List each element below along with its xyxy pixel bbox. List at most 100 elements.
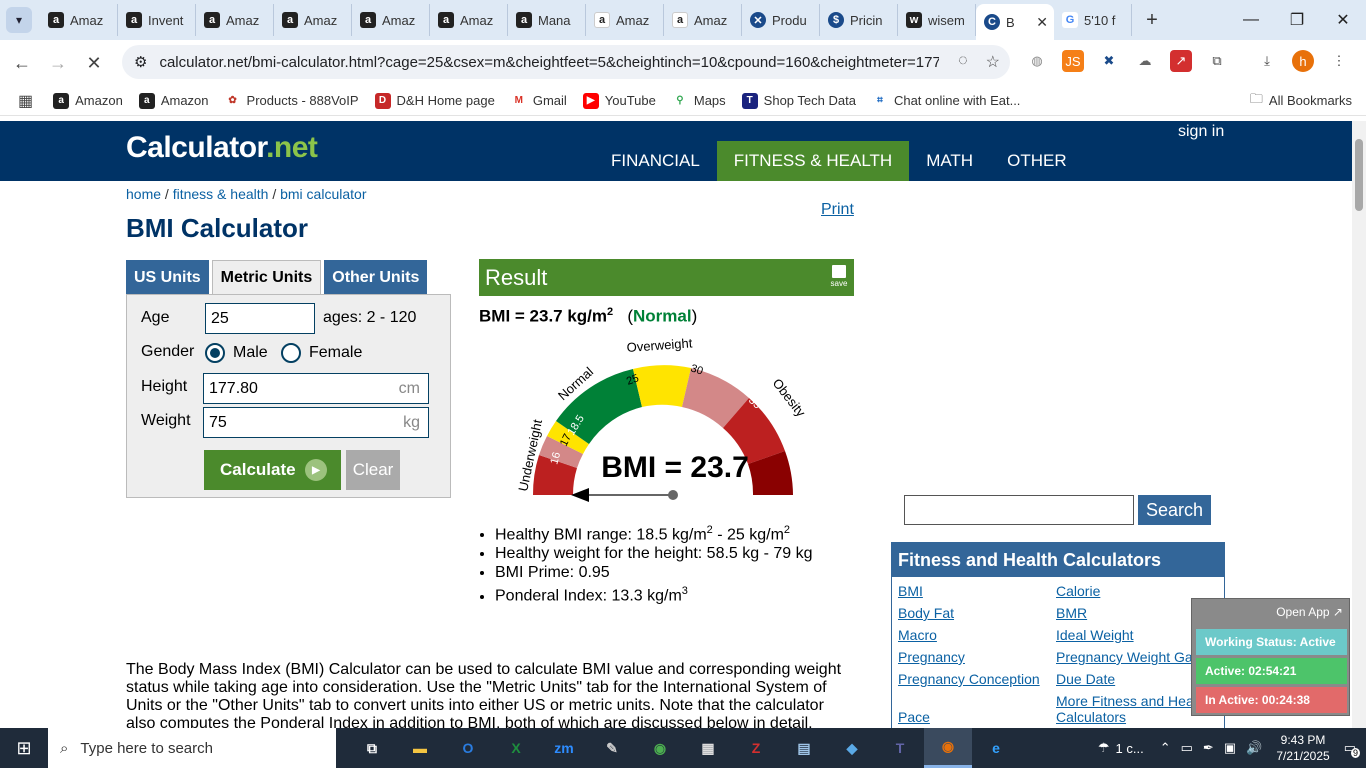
battery-icon[interactable]: ▭ [1181,740,1193,756]
site-logo[interactable]: Calculator.net [126,131,318,165]
height-input[interactable]: 177.80 cm [203,373,429,404]
stop-loading-button[interactable]: ✕ [76,45,112,81]
bookmark-star-icon[interactable]: ☆ [986,52,1000,72]
gender-male-option[interactable]: Male [205,343,268,363]
browser-tab[interactable]: C B ✕ [976,4,1054,40]
save-button[interactable]: save [830,265,848,289]
all-bookmarks-button[interactable]: 🗀 All Bookmarks [1250,90,1352,112]
weight-input[interactable]: 75 kg [203,407,429,438]
sign-in-link[interactable]: sign in [1178,123,1224,141]
nav-financial[interactable]: FINANCIAL [594,141,717,181]
calculate-button[interactable]: Calculate ▶ [204,450,341,490]
female-radio[interactable] [281,343,301,363]
start-button[interactable]: ⊞ [0,728,48,768]
js-extension-icon[interactable]: JS [1062,50,1084,72]
open-app-button[interactable]: Open App ↗ [1276,605,1343,619]
bookmark-item[interactable]: D D&H Home page [374,92,495,109]
bookmark-item[interactable]: ⚲ Maps [671,92,726,109]
weather-icon[interactable]: ☂ [1098,740,1110,756]
taskbar-search[interactable]: ⌕ Type here to search [48,728,336,768]
chevron-up-icon[interactable]: ⌃ [1160,740,1171,756]
bookmark-item[interactable]: ⌗ Chat online with Eat... [871,92,1020,109]
excel-icon[interactable]: X [492,728,540,768]
print-link[interactable]: Print [821,201,854,219]
eye-off-icon[interactable]: ◌ [958,52,968,72]
tab-other-units[interactable]: Other Units [324,260,428,295]
link-pace[interactable]: Pace [898,709,930,725]
address-bar[interactable]: ⚙ calculator.net/bmi-calculator.html?cag… [122,45,1010,79]
restore-button[interactable]: ❐ [1274,0,1320,40]
breadcrumb-current[interactable]: bmi calculator [280,186,366,202]
network-icon[interactable]: ▣ [1224,740,1236,756]
link-pregnancy[interactable]: Pregnancy [898,649,965,665]
site-search-button[interactable]: Search [1138,495,1211,525]
download-icon[interactable]: ⤓ [1256,50,1278,72]
gender-female-option[interactable]: Female [281,343,362,363]
puzzle-icon[interactable]: ⧉ [1206,50,1228,72]
link-ideal-weight[interactable]: Ideal Weight [1056,627,1134,643]
close-tab-icon[interactable]: ✕ [1036,14,1048,31]
teams-icon[interactable]: T [876,728,924,768]
browser-tab[interactable]: a Amaz [430,4,508,36]
calculator-icon[interactable]: ▦ [684,728,732,768]
tab-metric-units[interactable]: Metric Units [211,260,322,295]
profile-avatar[interactable]: h [1292,50,1314,72]
close-window-button[interactable]: ✕ [1320,0,1366,40]
page-scrollbar[interactable] [1352,121,1366,729]
browser-tab[interactable]: w wisem [898,4,976,36]
translate-icon[interactable]: ◍ [1026,50,1048,72]
bookmark-item[interactable]: M Gmail [510,92,567,109]
browser-tab[interactable]: a Mana [508,4,586,36]
link-pregnancy-weight-gain[interactable]: Pregnancy Weight Gain [1056,649,1204,665]
apps-grid-icon[interactable]: ▦ [18,91,33,111]
bookmark-item[interactable]: a Amazon [53,92,123,109]
zoom-icon[interactable]: zm [540,728,588,768]
filezilla-icon[interactable]: Z [732,728,780,768]
menu-kebab-icon[interactable]: ⋮ [1328,50,1350,72]
bookmark-item[interactable]: ▶ YouTube [582,92,656,109]
age-input[interactable]: 25 [205,303,315,334]
link-bmi[interactable]: BMI [898,583,923,599]
scrollbar-thumb[interactable] [1355,139,1363,211]
cube-app-icon[interactable]: ◆ [828,728,876,768]
clear-button[interactable]: Clear [346,450,400,490]
breadcrumb-fitness[interactable]: fitness & health [173,186,269,202]
nav-other[interactable]: OTHER [990,141,1084,181]
link-calorie[interactable]: Calorie [1056,583,1100,599]
tab-us-units[interactable]: US Units [126,260,209,295]
link-bmr[interactable]: BMR [1056,605,1087,621]
notepad-icon[interactable]: ▤ [780,728,828,768]
male-radio[interactable] [205,343,225,363]
forward-button[interactable]: → [40,45,76,81]
browser-tab[interactable]: a Amaz [664,4,742,36]
new-tab-button[interactable]: + [1138,9,1166,32]
chrome-icon[interactable]: ◉ [636,728,684,768]
breadcrumb-home[interactable]: home [126,186,161,202]
browser-tab[interactable]: a Amaz [274,4,352,36]
browser-tab[interactable]: a Amaz [352,4,430,36]
browser-tab[interactable]: G 5'10 f [1054,4,1132,36]
browser-tab[interactable]: ✕ Produ [742,4,820,36]
browser-tab[interactable]: $ Pricin [820,4,898,36]
task-view-icon[interactable]: ⧉ [348,728,396,768]
bookmark-item[interactable]: ✿ Products - 888VoIP [224,92,359,109]
file-explorer-icon[interactable]: ▬ [396,728,444,768]
nav-fitness-health[interactable]: FITNESS & HEALTH [716,141,910,181]
outlook-icon[interactable]: O [444,728,492,768]
volume-icon[interactable]: 🔊 [1246,740,1262,756]
link-macro[interactable]: Macro [898,627,937,643]
browser-tab[interactable]: a Invent [118,4,196,36]
browser-tab[interactable]: a Amaz [586,4,664,36]
cloud-extension-icon[interactable]: ☁ [1134,50,1156,72]
back-button[interactable]: ← [4,45,40,81]
pen-icon[interactable]: ✒ [1203,740,1214,756]
link-body-fat[interactable]: Body Fat [898,605,954,621]
clock[interactable]: 9:43 PM 7/21/2025 [1276,732,1329,764]
blue-x-extension-icon[interactable]: ✖ [1098,50,1120,72]
link-pregnancy-conception[interactable]: Pregnancy Conception [898,671,1040,687]
browser-tab[interactable]: a Amaz [196,4,274,36]
browser-tab[interactable]: a Amaz [40,4,118,36]
tab-search-button[interactable]: ▾ [6,7,32,33]
link-due-date[interactable]: Due Date [1056,671,1115,687]
edge-icon[interactable]: e [972,728,1020,768]
